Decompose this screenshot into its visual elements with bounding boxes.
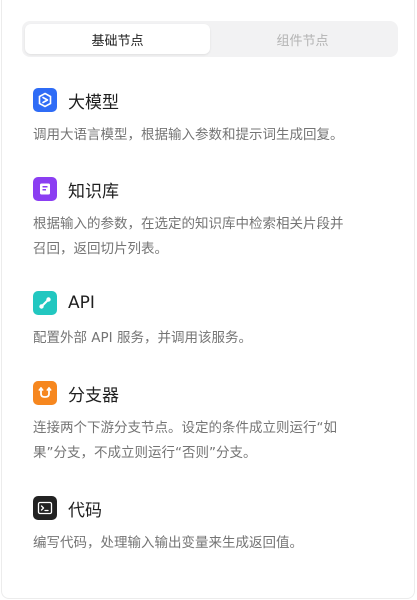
node-title: 知识库: [68, 181, 119, 202]
api-icon: [33, 291, 57, 315]
code-icon: [33, 496, 57, 520]
node-title: 分支器: [68, 385, 119, 406]
node-item-api[interactable]: API 配置外部 API 服务，并调用该服务。: [33, 291, 393, 351]
node-item-code[interactable]: 代码 编写代码，处理输入输出变量来生成返回值。: [33, 496, 393, 556]
tab-basic-nodes[interactable]: 基础节点: [25, 24, 210, 54]
node-description: 调用大语言模型，根据输入参数和提示词生成回复。: [33, 127, 344, 143]
node-description: 配置外部 API 服务，并调用该服务。: [33, 330, 252, 346]
node-title: API: [68, 293, 95, 313]
node-description-line: 召回，返回切片列表。: [33, 241, 168, 257]
node-description: 连接两个下游分支节点。设定的条件成立则运行“如 果”分支，不成立则运行“否则”分…: [33, 416, 393, 466]
node-panel: 基础节点 组件节点 大模型 调用大语言模型，根据输入参数和提示词生成回复。 知识…: [1, 0, 415, 599]
llm-icon: [33, 88, 57, 112]
node-item-branch[interactable]: 分支器 连接两个下游分支节点。设定的条件成立则运行“如 果”分支，不成立则运行“…: [33, 381, 393, 466]
node-type-tabs: 基础节点 组件节点: [22, 21, 398, 57]
tab-component-nodes[interactable]: 组件节点: [210, 24, 395, 54]
node-description: 编写代码，处理输入输出变量来生成返回值。: [33, 535, 303, 551]
node-item-llm[interactable]: 大模型 调用大语言模型，根据输入参数和提示词生成回复。: [33, 88, 393, 148]
node-description-line: 果”分支，不成立则运行“否则”分支。: [33, 445, 257, 461]
node-title: 代码: [68, 500, 102, 521]
node-title: 大模型: [68, 92, 119, 113]
knowledge-icon: [33, 177, 57, 201]
branch-icon: [33, 381, 57, 405]
node-description: 根据输入的参数，在选定的知识库中检索相关片段并 召回，返回切片列表。: [33, 212, 393, 262]
node-description-line: 根据输入的参数，在选定的知识库中检索相关片段并: [33, 216, 344, 232]
node-item-knowledge-base[interactable]: 知识库 根据输入的参数，在选定的知识库中检索相关片段并 召回，返回切片列表。: [33, 177, 393, 262]
node-description-line: 连接两个下游分支节点。设定的条件成立则运行“如: [33, 420, 337, 436]
